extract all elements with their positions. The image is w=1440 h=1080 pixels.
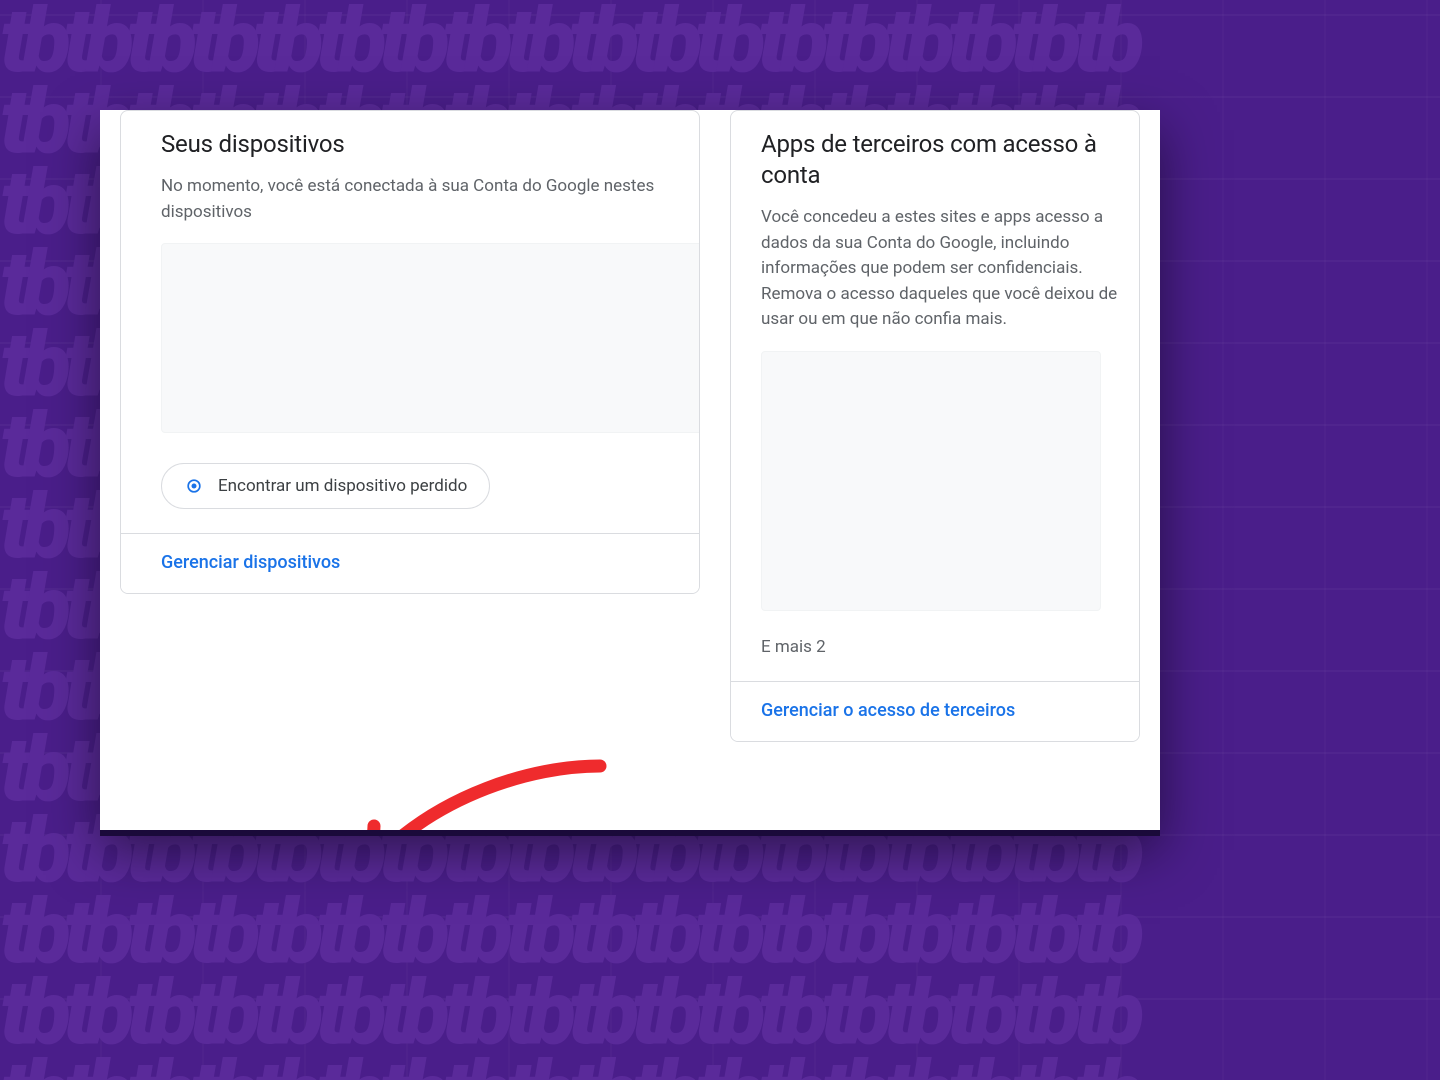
- devices-card-footer: Gerenciar dispositivos: [121, 533, 699, 593]
- manage-devices-link[interactable]: Gerenciar dispositivos: [161, 552, 340, 573]
- more-apps-text: E mais 2: [761, 637, 1139, 657]
- find-lost-device-label: Encontrar um dispositivo perdido: [218, 476, 467, 496]
- third-party-apps-card: Apps de terceiros com acesso à conta Voc…: [730, 110, 1140, 742]
- target-icon: [184, 476, 204, 496]
- screenshot-frame: Seus dispositivos No momento, você está …: [100, 110, 1160, 830]
- devices-list-placeholder: [161, 243, 700, 433]
- find-lost-device-button[interactable]: Encontrar um dispositivo perdido: [161, 463, 490, 509]
- third-party-title: Apps de terceiros com acesso à conta: [761, 129, 1139, 191]
- devices-card: Seus dispositivos No momento, você está …: [120, 110, 700, 594]
- devices-description: No momento, você está conectada à sua Co…: [161, 174, 675, 225]
- manage-third-party-access-link[interactable]: Gerenciar o acesso de terceiros: [761, 700, 1015, 721]
- third-party-apps-list-placeholder: [761, 351, 1101, 611]
- third-party-card-footer: Gerenciar o acesso de terceiros: [731, 681, 1139, 741]
- devices-title: Seus dispositivos: [161, 129, 675, 160]
- third-party-description: Você concedeu a estes sites e apps acess…: [761, 205, 1139, 333]
